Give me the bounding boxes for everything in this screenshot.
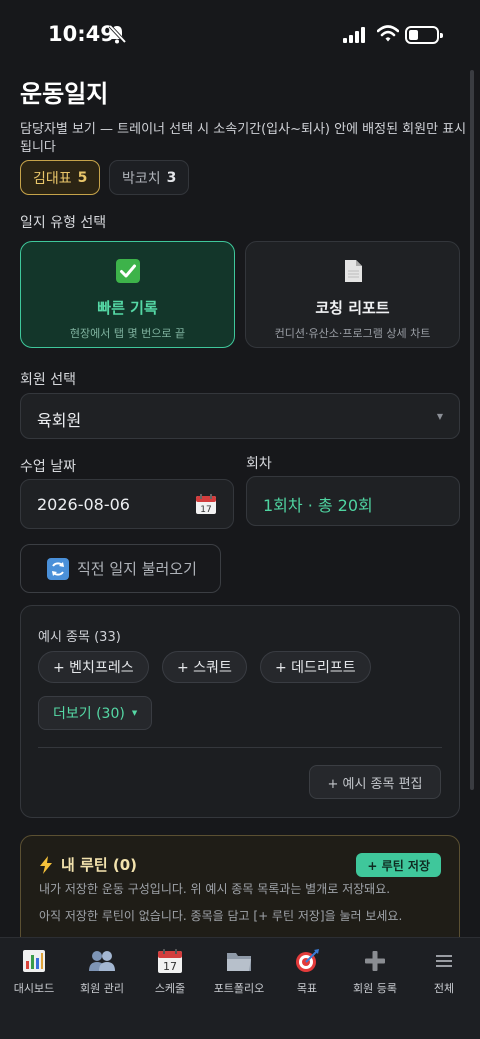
chevron-down-icon: ▼: [436, 412, 443, 421]
tab-schedule[interactable]: 17 스케줄: [136, 946, 204, 996]
tab-label: 회원 관리: [80, 982, 124, 995]
trainer-name: 박코치: [122, 170, 161, 187]
scrollbar[interactable]: [470, 70, 474, 790]
tab-label: 포트폴리오: [213, 982, 265, 995]
page-title: 운동일지: [20, 80, 109, 108]
show-more-button[interactable]: 더보기 (30) ▼: [38, 696, 153, 730]
bell-muted-icon: [108, 24, 126, 44]
plus-icon: [365, 951, 385, 971]
tab-member-register[interactable]: 회원 등록: [341, 946, 409, 996]
routine-title: 내 루틴 (0): [61, 856, 137, 874]
class-date-label: 수업 날짜: [20, 459, 76, 475]
people-icon: [89, 951, 115, 971]
tab-label: 스케줄: [154, 982, 186, 995]
bar-chart-icon: [23, 950, 45, 972]
check-mark-icon: [115, 259, 140, 283]
svg-text:17: 17: [200, 505, 211, 515]
tab-portfolio[interactable]: 포트폴리오: [205, 946, 273, 996]
page-description: 담당자별 보기 — 트레이너 선택 시 소속기간(입사~퇴사) 안에 배정된 회…: [20, 122, 467, 155]
log-type-sub: 컨디션·유산소·프로그램 상세 차트: [274, 327, 431, 340]
trainer-chip-park[interactable]: 박코치 3: [109, 160, 190, 195]
show-more-label: 더보기 (30): [53, 706, 125, 722]
log-type-title: 빠른 기록: [97, 299, 158, 317]
tab-all[interactable]: 전체: [410, 946, 478, 996]
class-date-value: 2026-08-06: [37, 495, 130, 514]
log-type-title: 코칭 리포트: [315, 299, 390, 317]
status-bar: 10:49: [0, 0, 480, 70]
folder-icon: [227, 953, 251, 971]
trainer-chip-kim[interactable]: 김대표 5: [20, 160, 101, 195]
target-icon: [296, 949, 319, 972]
routine-header: 내 루틴 (0): [39, 854, 137, 875]
trainer-name: 김대표: [33, 170, 72, 187]
exercise-chip-bench-press[interactable]: + 벤치프레스: [38, 651, 149, 683]
log-type-label: 일지 유형 선택: [20, 215, 107, 231]
session-value: 1회차 · 총 20회: [263, 496, 373, 515]
lightning-icon: [40, 855, 52, 874]
calendar-icon: 17: [158, 949, 182, 973]
member-select-value: 육회원: [37, 411, 82, 430]
wifi-icon: [377, 25, 399, 42]
refresh-icon: [47, 557, 69, 580]
calendar-icon[interactable]: 17: [195, 493, 217, 515]
session-display: 1회차 · 총 20회: [246, 476, 460, 526]
document-icon: [344, 260, 362, 282]
svg-text:17: 17: [163, 960, 177, 973]
bottom-tab-bar: 대시보드 회원 관리 17 스케줄 포트폴리오 목표 회원 등록 전체: [0, 937, 480, 1039]
tab-member-management[interactable]: 회원 관리: [68, 946, 136, 996]
member-label: 회원 선택: [20, 372, 76, 388]
tab-dashboard[interactable]: 대시보드: [0, 946, 68, 996]
routine-description: 내가 저장한 운동 구성입니다. 위 예시 종목 목록과는 별개로 저장돼요.: [39, 882, 391, 896]
example-exercises-panel: 예시 종목 (33) + 벤치프레스 + 스쿼트 + 데드리프트 더보기 (30…: [20, 605, 460, 818]
battery-icon: [405, 26, 443, 44]
cellular-signal-icon: [343, 27, 365, 43]
session-label: 회차: [246, 456, 272, 472]
tab-label: 대시보드: [13, 982, 55, 995]
chevron-down-icon: ▼: [131, 709, 138, 717]
example-exercises-title: 예시 종목 (33): [38, 630, 121, 645]
tab-label: 전체: [433, 982, 455, 995]
tab-label: 목표: [296, 982, 318, 995]
edit-examples-button[interactable]: + 예시 종목 편집: [309, 765, 441, 799]
routine-empty-message: 아직 저장한 루틴이 없습니다. 종목을 담고 [+ 루틴 저장]을 눌러 보세…: [39, 909, 403, 923]
member-select[interactable]: 육회원 ▼: [20, 393, 460, 439]
status-time: 10:49: [48, 22, 115, 46]
class-date-input[interactable]: 2026-08-06 17: [20, 479, 234, 529]
exercise-chip-squat[interactable]: + 스쿼트: [162, 651, 247, 683]
tab-goals[interactable]: 목표: [273, 946, 341, 996]
tab-label: 회원 등록: [353, 982, 397, 995]
load-previous-log-button[interactable]: 직전 일지 불러오기: [20, 544, 221, 593]
trainer-count: 3: [166, 169, 177, 186]
log-type-quick-record[interactable]: 빠른 기록 현장에서 탭 몇 번으로 끝: [20, 241, 235, 348]
exercise-chip-deadlift[interactable]: + 데드리프트: [260, 651, 371, 683]
divider: [38, 747, 442, 748]
log-type-coaching-report[interactable]: 코칭 리포트 컨디션·유산소·프로그램 상세 차트: [245, 241, 460, 348]
log-type-sub: 현장에서 탭 몇 번으로 끝: [69, 327, 186, 340]
menu-icon: [436, 955, 452, 967]
save-routine-button[interactable]: + 루틴 저장: [356, 853, 441, 877]
trainer-count: 5: [77, 169, 88, 186]
load-previous-label: 직전 일지 불러오기: [77, 560, 197, 578]
